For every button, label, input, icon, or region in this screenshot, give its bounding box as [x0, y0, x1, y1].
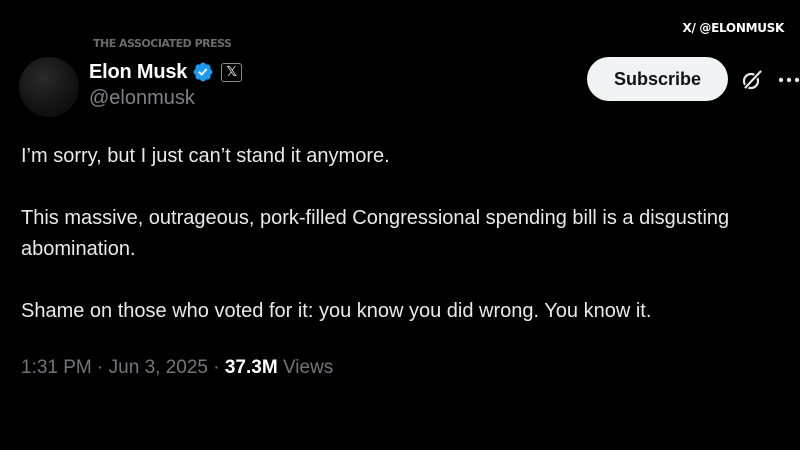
tweet-time[interactable]: 1:31 PM [21, 357, 92, 378]
verified-badge-icon [193, 62, 213, 82]
grok-icon[interactable] [740, 68, 764, 92]
avatar[interactable] [19, 57, 79, 117]
tweet-meta: 1:31 PM · Jun 3, 2025 · 37.3M Views [21, 357, 333, 379]
author-display-name[interactable]: Elon Musk [89, 61, 187, 84]
author-name-row: Elon Musk 𝕏 [89, 60, 243, 84]
subscribe-button[interactable]: Subscribe [587, 57, 728, 101]
views-count[interactable]: 37.3M [225, 357, 278, 378]
video-frame: THE ASSOCIATED PRESS X/ @ELONMUSK Elon M… [0, 0, 800, 450]
tweet-paragraph: This massive, outrageous, pork-filled Co… [21, 207, 730, 260]
views-label: Views [282, 357, 334, 378]
tweet-paragraph: Shame on those who voted for it: you kno… [21, 300, 652, 322]
meta-separator: · [207, 357, 225, 378]
meta-separator: · [91, 357, 109, 378]
handle-credit-watermark: X/ @ELONMUSK [682, 21, 785, 35]
more-icon[interactable] [778, 70, 800, 90]
source-credit-watermark: THE ASSOCIATED PRESS [93, 37, 232, 50]
author-handle[interactable]: @elonmusk [89, 87, 195, 110]
x-logo-icon: 𝕏 [221, 62, 243, 82]
tweet-text: I’m sorry, but I just can’t stand it any… [21, 141, 791, 327]
tweet-date[interactable]: Jun 3, 2025 [109, 357, 208, 378]
tweet-paragraph: I’m sorry, but I just can’t stand it any… [21, 145, 390, 167]
